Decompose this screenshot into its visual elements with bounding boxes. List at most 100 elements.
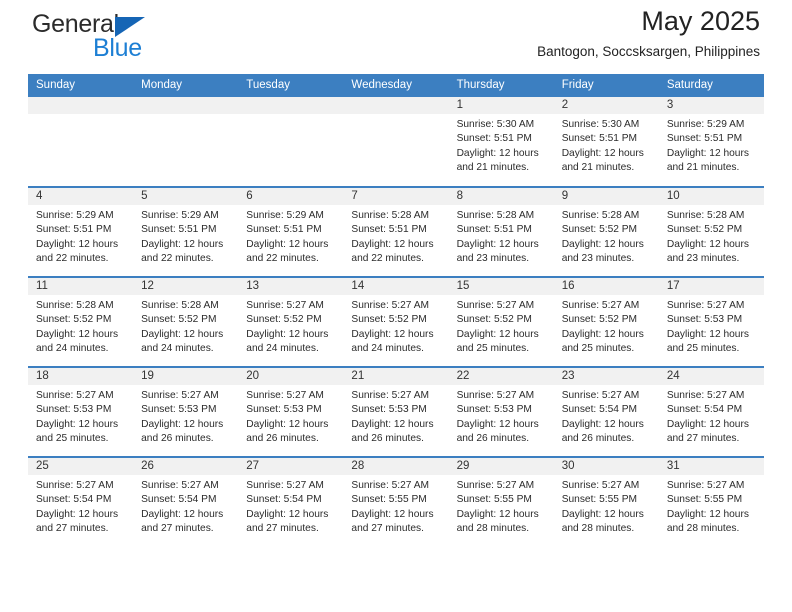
daylight-text-line1: Daylight: 12 hours [561,238,644,250]
calendar-day-cell[interactable]: 31 Sunrise: 5:27 AM Sunset: 5:55 PM Dayligh… [658,456,764,547]
calendar-day-cell[interactable]: 3 Sunrise: 5:29 AM Sunset: 5:51 PM Daylight… [658,97,764,187]
weekday-header-friday: Friday [553,74,659,97]
day-details: Sunrise: 5:27 AM Sunset: 5:54 PM Daylight:… [133,475,238,537]
sunrise-text: Sunrise: 5:30 AM [561,119,640,130]
calendar-day-cell[interactable]: 21 Sunrise: 5:27 AM Sunset: 5:53 PM Dayligh… [343,366,449,457]
day-details: Sunrise: 5:27 AM Sunset: 5:55 PM Daylight:… [449,475,554,537]
daylight-text-line1: Daylight: 12 hours [36,328,119,340]
calendar-day-cell[interactable]: 13 Sunrise: 5:27 AM Sunset: 5:52 PM Dayligh… [238,276,344,367]
day-details: Sunrise: 5:27 AM Sunset: 5:53 PM Daylight:… [238,385,343,447]
calendar-day-cell[interactable]: 2 Sunrise: 5:30 AM Sunset: 5:51 PM Daylight… [553,97,659,187]
daylight-text-line2: and 28 minutes. [561,523,635,535]
day-number: 18 [28,368,134,385]
calendar-day-cell[interactable]: 27 Sunrise: 5:27 AM Sunset: 5:54 PM Dayligh… [238,456,344,547]
calendar-day-cell[interactable]: 9 Sunrise: 5:28 AM Sunset: 5:52 PM Daylight… [553,186,659,277]
calendar-day-cell[interactable]: 25 Sunrise: 5:27 AM Sunset: 5:54 PM Dayligh… [28,456,134,547]
daylight-text-line1: Daylight: 12 hours [351,418,434,430]
sunrise-text: Sunrise: 5:29 AM [246,210,324,221]
daylight-text-line2: and 23 minutes. [456,253,530,265]
calendar-week-row: 4 Sunrise: 5:29 AM Sunset: 5:51 PM Daylight… [28,186,764,277]
daylight-text-line1: Daylight: 12 hours [456,147,539,159]
sunset-text: Sunset: 5:51 PM [561,133,638,145]
sunset-text: Sunset: 5:53 PM [246,404,322,416]
day-number: 30 [553,458,659,475]
day-details: Sunrise: 5:27 AM Sunset: 5:53 PM Daylight:… [449,385,554,447]
daylight-text-line1: Daylight: 12 hours [456,238,539,250]
day-number: 3 [658,97,764,114]
sunset-text: Sunset: 5:51 PM [351,224,427,236]
sunset-text: Sunset: 5:52 PM [561,224,638,236]
weekday-header-thursday: Thursday [448,74,554,97]
daylight-text-line2: and 23 minutes. [666,253,740,265]
sunrise-text: Sunrise: 5:27 AM [246,300,324,311]
calendar-day-cell[interactable]: 22 Sunrise: 5:27 AM Sunset: 5:53 PM Dayligh… [448,366,554,457]
brand-logo[interactable]: General Blue [32,12,145,61]
calendar-day-cell[interactable]: 26 Sunrise: 5:27 AM Sunset: 5:54 PM Dayligh… [133,456,239,547]
daylight-text-line1: Daylight: 12 hours [246,238,329,250]
day-details: Sunrise: 5:27 AM Sunset: 5:54 PM Daylight:… [554,385,659,447]
day-details: Sunrise: 5:28 AM Sunset: 5:52 PM Daylight:… [133,295,238,357]
day-details: Sunrise: 5:27 AM Sunset: 5:53 PM Daylight:… [343,385,448,447]
sunrise-text: Sunrise: 5:28 AM [141,300,219,311]
calendar-day-cell[interactable]: 29 Sunrise: 5:27 AM Sunset: 5:55 PM Dayligh… [448,456,554,547]
calendar-day-cell[interactable]: 8 Sunrise: 5:28 AM Sunset: 5:51 PM Daylight… [448,186,554,277]
day-number [343,97,449,114]
sunset-text: Sunset: 5:51 PM [666,133,743,145]
calendar-week-row: 11 Sunrise: 5:28 AM Sunset: 5:52 PM Dayligh… [28,276,764,367]
title-block: May 2025 Bantogon, Soccsksargen, Philipp… [537,6,760,59]
sunrise-text: Sunrise: 5:29 AM [666,119,745,130]
calendar-day-cell[interactable]: 15 Sunrise: 5:27 AM Sunset: 5:52 PM Dayligh… [448,276,554,367]
calendar-day-cell[interactable]: 30 Sunrise: 5:27 AM Sunset: 5:55 PM Dayligh… [553,456,659,547]
daylight-text-line2: and 28 minutes. [456,523,530,535]
calendar-day-cell[interactable]: 28 Sunrise: 5:27 AM Sunset: 5:55 PM Dayligh… [343,456,449,547]
sunset-text: Sunset: 5:51 PM [246,224,322,236]
daylight-text-line2: and 24 minutes. [141,343,214,355]
calendar-day-cell[interactable]: 4 Sunrise: 5:29 AM Sunset: 5:51 PM Daylight… [28,186,134,277]
day-number: 9 [553,188,659,205]
calendar-day-cell[interactable]: 24 Sunrise: 5:27 AM Sunset: 5:54 PM Dayligh… [658,366,764,457]
daylight-text-line1: Daylight: 12 hours [456,328,539,340]
sunrise-text: Sunrise: 5:27 AM [666,390,745,401]
daylight-text-line2: and 28 minutes. [666,523,740,535]
calendar-day-cell[interactable]: 16 Sunrise: 5:27 AM Sunset: 5:52 PM Dayligh… [553,276,659,367]
daylight-text-line1: Daylight: 12 hours [456,418,539,430]
calendar-day-cell[interactable]: 20 Sunrise: 5:27 AM Sunset: 5:53 PM Dayligh… [238,366,344,457]
daylight-text-line1: Daylight: 12 hours [561,508,644,520]
calendar-day-cell[interactable]: 17 Sunrise: 5:27 AM Sunset: 5:53 PM Dayligh… [658,276,764,367]
weekday-header-sunday: Sunday [28,74,134,97]
day-number: 21 [343,368,449,385]
daylight-text-line1: Daylight: 12 hours [666,508,749,520]
calendar-day-cell[interactable]: 7 Sunrise: 5:28 AM Sunset: 5:51 PM Daylight… [343,186,449,277]
sunset-text: Sunset: 5:53 PM [351,404,427,416]
day-number: 27 [238,458,344,475]
calendar-day-cell[interactable]: 19 Sunrise: 5:27 AM Sunset: 5:53 PM Dayligh… [133,366,239,457]
calendar-day-cell[interactable]: 12 Sunrise: 5:28 AM Sunset: 5:52 PM Dayligh… [133,276,239,367]
sunrise-text: Sunrise: 5:27 AM [666,480,745,491]
daylight-text-line2: and 22 minutes. [246,253,319,265]
calendar-day-cell[interactable]: 14 Sunrise: 5:27 AM Sunset: 5:52 PM Dayligh… [343,276,449,367]
sunrise-text: Sunrise: 5:27 AM [351,300,430,311]
daylight-text-line1: Daylight: 12 hours [456,508,539,520]
calendar-day-cell[interactable]: 1 Sunrise: 5:30 AM Sunset: 5:51 PM Daylight… [448,97,554,187]
blue-triangle-icon [115,17,145,37]
daylight-text-line2: and 27 minutes. [36,523,109,535]
day-number: 1 [448,97,554,114]
daylight-text-line2: and 21 minutes. [456,162,530,174]
day-number: 16 [553,278,659,295]
daylight-text-line2: and 27 minutes. [141,523,214,535]
daylight-text-line1: Daylight: 12 hours [351,328,434,340]
day-number: 10 [658,188,764,205]
calendar-week-row: 18 Sunrise: 5:27 AM Sunset: 5:53 PM Dayligh… [28,366,764,457]
calendar-day-cell[interactable]: 10 Sunrise: 5:28 AM Sunset: 5:52 PM Dayligh… [658,186,764,277]
day-details: Sunrise: 5:29 AM Sunset: 5:51 PM Daylight:… [133,205,238,267]
daylight-text-line2: and 26 minutes. [561,433,635,445]
sunrise-text: Sunrise: 5:28 AM [666,210,745,221]
calendar-day-cell[interactable]: 6 Sunrise: 5:29 AM Sunset: 5:51 PM Daylight… [238,186,344,277]
calendar-day-cell[interactable]: 5 Sunrise: 5:29 AM Sunset: 5:51 PM Daylight… [133,186,239,277]
calendar-day-cell[interactable]: 11 Sunrise: 5:28 AM Sunset: 5:52 PM Dayligh… [28,276,134,367]
day-number: 4 [28,188,134,205]
day-number: 11 [28,278,134,295]
calendar-day-cell[interactable]: 18 Sunrise: 5:27 AM Sunset: 5:53 PM Dayligh… [28,366,134,457]
day-number: 6 [238,188,344,205]
calendar-day-cell[interactable]: 23 Sunrise: 5:27 AM Sunset: 5:54 PM Dayligh… [553,366,659,457]
